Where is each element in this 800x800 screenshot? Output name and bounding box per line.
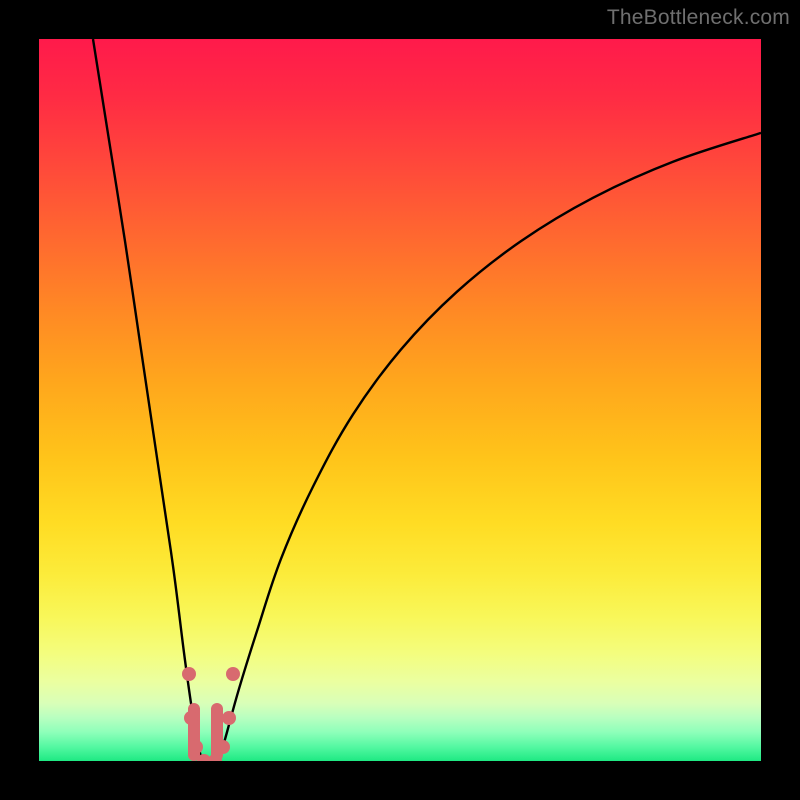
highlight-dot [182,667,196,681]
highlight-dot [208,754,222,761]
plot-frame [39,39,761,761]
highlight-dot [189,740,203,754]
watermark-text: TheBottleneck.com [607,6,790,30]
highlight-dot [222,711,236,725]
highlight-dot [184,711,198,725]
highlight-markers [39,39,761,761]
highlight-dot [226,667,240,681]
highlight-dot [216,740,230,754]
